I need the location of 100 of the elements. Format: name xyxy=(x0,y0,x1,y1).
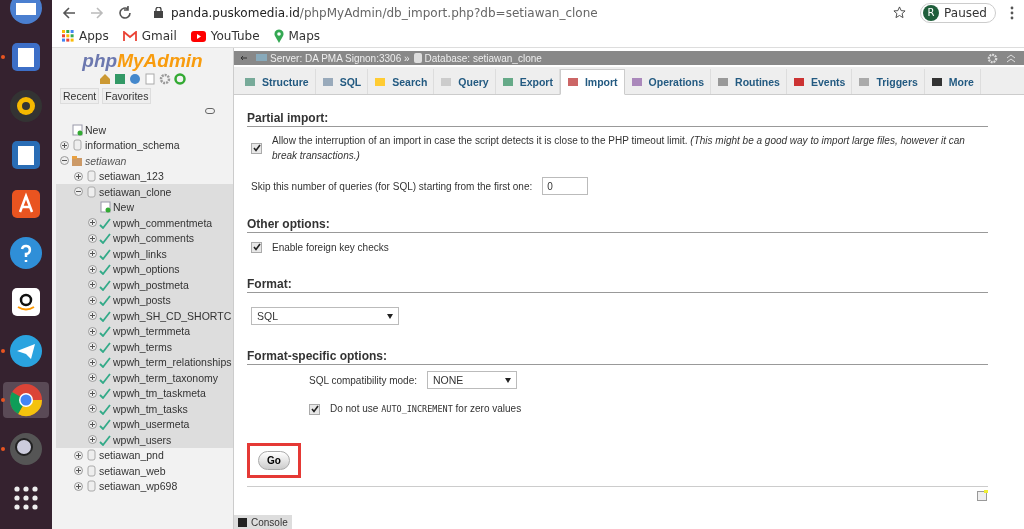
tree-item[interactable]: setiawan_pnd xyxy=(99,449,164,462)
play-icon xyxy=(190,30,206,42)
sidebar-tab[interactable]: Favorites xyxy=(102,88,152,104)
section-heading: Partial import: xyxy=(247,111,988,127)
table-icon xyxy=(99,325,111,338)
checkbox-label: Enable foreign key checks xyxy=(272,240,389,255)
console-button[interactable]: Console xyxy=(234,515,292,529)
bookmark-link[interactable]: YouTube xyxy=(190,29,260,43)
table-icon xyxy=(99,247,111,260)
tree-item[interactable]: New xyxy=(85,123,106,136)
database-icon xyxy=(85,480,97,493)
tab-icon xyxy=(792,75,805,88)
collapse-sidebar-icon[interactable] xyxy=(240,54,248,62)
menu-icon[interactable] xyxy=(1010,5,1014,20)
section-heading: Format: xyxy=(247,277,988,293)
tree-item[interactable]: setiawan_clone xyxy=(99,185,172,198)
mail-app-icon[interactable] xyxy=(9,0,43,25)
expand-icon[interactable] xyxy=(74,450,83,460)
tree-item[interactable]: setiawan_123 xyxy=(99,170,164,183)
checkbox-label: Allow the interruption of an import in case the script detects it is close to the PHP timeout limit. (This might be a good way to import large files, however it can break transactions.) xyxy=(272,134,966,163)
caret-icon xyxy=(387,313,393,319)
new-item-icon xyxy=(99,201,111,214)
table-icon xyxy=(99,433,111,446)
table-icon xyxy=(99,418,111,431)
tab-icon xyxy=(374,75,387,88)
link-icon[interactable] xyxy=(205,108,215,114)
expand-icon[interactable] xyxy=(88,311,97,321)
tab[interactable]: Import xyxy=(559,69,625,95)
map-pin-icon xyxy=(273,29,284,43)
browser-app-icon[interactable] xyxy=(9,383,43,417)
help-app-icon[interactable] xyxy=(9,236,43,270)
app-grid-icon[interactable] xyxy=(13,485,39,511)
database-icon xyxy=(413,53,422,63)
speaker-app-icon[interactable] xyxy=(9,89,43,123)
table-icon xyxy=(99,309,111,322)
mail-icon xyxy=(122,30,137,42)
checkbox[interactable] xyxy=(251,142,262,154)
tree-item[interactable]: setiawan_wp698 xyxy=(99,480,178,493)
expand-icon[interactable] xyxy=(88,249,97,259)
field-label: Skip this number of queries (for SQL) starting from the first one: xyxy=(251,179,533,194)
format-dropdown[interactable]: SQL xyxy=(251,307,399,325)
expand-icon[interactable] xyxy=(60,140,69,150)
table-icon xyxy=(99,371,111,384)
tab-icon xyxy=(440,75,453,88)
tab-icon xyxy=(858,75,871,88)
settings-icon[interactable] xyxy=(987,52,998,64)
expand-icon[interactable] xyxy=(88,404,97,414)
window-icon[interactable] xyxy=(977,490,988,501)
expand-icon[interactable] xyxy=(74,171,83,181)
store-app-icon[interactable] xyxy=(9,187,43,221)
section-heading: Other options: xyxy=(247,217,988,233)
caret-icon xyxy=(505,377,511,383)
expand-icon[interactable] xyxy=(88,388,97,398)
table-icon xyxy=(99,294,111,307)
amazon-app-icon[interactable] xyxy=(9,285,43,319)
server-icon xyxy=(256,53,267,63)
expand-icon[interactable] xyxy=(88,218,97,228)
bookmark-link[interactable]: Maps xyxy=(273,29,321,43)
table-icon xyxy=(99,278,111,291)
plane-app-icon[interactable] xyxy=(9,334,43,368)
table-icon xyxy=(99,232,111,245)
profile-button[interactable]: R Paused xyxy=(920,2,996,23)
tab-icon xyxy=(566,76,579,88)
bookmark-star-icon[interactable] xyxy=(893,6,907,19)
bookmark-link[interactable]: Gmail xyxy=(122,29,177,43)
expand-icon[interactable] xyxy=(88,342,97,352)
expand-icon[interactable] xyxy=(74,481,83,491)
expand-icon[interactable] xyxy=(88,280,97,290)
compatibility-dropdown[interactable]: NONE xyxy=(427,371,517,389)
phpmyadmin-logo[interactable]: phpMyAdmin xyxy=(52,48,233,72)
skip-queries-field[interactable]: 0 xyxy=(542,177,589,195)
expand-icon[interactable] xyxy=(88,233,97,243)
collapse-icon[interactable] xyxy=(74,187,83,197)
checkbox[interactable] xyxy=(251,241,262,253)
expand-icon[interactable] xyxy=(88,295,97,305)
sidebar-tab[interactable]: Recent xyxy=(60,88,100,104)
tab-icon xyxy=(244,75,256,88)
back-icon[interactable] xyxy=(62,5,76,20)
tree-item[interactable]: setiawan_web xyxy=(99,464,166,477)
expand-icon[interactable] xyxy=(88,326,97,336)
table-icon xyxy=(99,402,111,415)
table-icon xyxy=(99,387,111,400)
expand-icon[interactable] xyxy=(74,466,83,476)
tree-item[interactable]: information_schema xyxy=(85,139,180,152)
writer-app-icon[interactable] xyxy=(9,138,43,172)
bookmark-link[interactable]: Apps xyxy=(62,29,109,43)
database-icon xyxy=(85,449,97,462)
expand-icon[interactable] xyxy=(88,435,97,445)
table-icon xyxy=(99,356,111,369)
expand-icon[interactable] xyxy=(88,419,97,429)
gear-icon[interactable] xyxy=(159,73,171,85)
expand-icon[interactable] xyxy=(88,264,97,274)
expand-icon[interactable] xyxy=(88,357,97,367)
expand-icon[interactable] xyxy=(88,373,97,383)
tree-item[interactable]: setiawan xyxy=(85,154,127,167)
notes-app-icon[interactable] xyxy=(9,40,43,74)
checkbox[interactable] xyxy=(309,403,320,415)
collapse-icon[interactable] xyxy=(60,156,69,166)
go-button[interactable]: Go xyxy=(258,451,290,470)
tree-item[interactable]: New xyxy=(113,201,134,214)
